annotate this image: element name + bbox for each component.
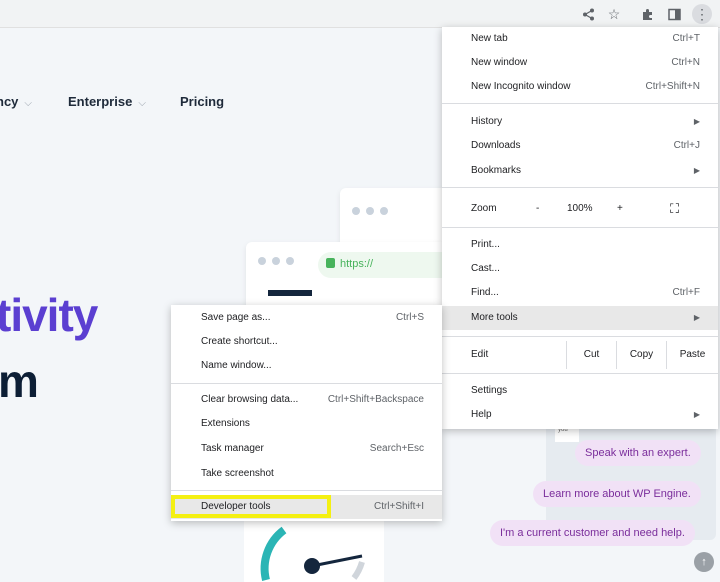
chevron-right-icon: ▶ bbox=[693, 410, 700, 419]
menu-item-new-window[interactable]: New window Ctrl+N bbox=[442, 51, 718, 75]
chat-launcher-icon[interactable]: ↑ bbox=[694, 552, 714, 572]
submenu-item-clear-browsing-data[interactable]: Clear browsing data... Ctrl+Shift+Backspa… bbox=[171, 388, 442, 412]
edit-label: Edit bbox=[471, 349, 489, 360]
hero-heading-line2: m bbox=[0, 355, 39, 407]
lock-icon bbox=[326, 258, 335, 268]
share-icon[interactable] bbox=[578, 4, 598, 24]
submenu-item-create-shortcut[interactable]: Create shortcut... bbox=[171, 330, 442, 354]
illustration-bar bbox=[268, 290, 312, 296]
menu-item-settings[interactable]: Settings bbox=[442, 379, 718, 403]
chevron-right-icon: ▶ bbox=[693, 166, 700, 175]
kebab-menu-icon[interactable]: ⋮ bbox=[692, 4, 712, 24]
edit-row: Edit Cut Copy Paste bbox=[442, 341, 718, 369]
menu-separator bbox=[171, 490, 442, 491]
browser-toolbar: ☆ ⋮ bbox=[0, 0, 720, 28]
chrome-main-menu: New tab Ctrl+T New window Ctrl+N New Incog… bbox=[442, 27, 718, 429]
submenu-item-name-window[interactable]: Name window... bbox=[171, 354, 442, 378]
chevron-down-icon: ⌵ bbox=[138, 98, 146, 109]
chevron-down-icon: ⌵ bbox=[24, 98, 32, 109]
menu-item-find[interactable]: Find... Ctrl+F bbox=[442, 281, 718, 305]
menu-separator bbox=[442, 373, 718, 374]
window-dots bbox=[258, 252, 300, 270]
menu-item-bookmarks[interactable]: Bookmarks ▶ bbox=[442, 159, 718, 183]
window-dots bbox=[352, 202, 394, 220]
developer-tools-highlight bbox=[171, 495, 331, 518]
menu-separator bbox=[171, 383, 442, 384]
menu-separator bbox=[442, 336, 718, 337]
chevron-right-icon: ▶ bbox=[693, 117, 700, 126]
submenu-item-take-screenshot[interactable]: Take screenshot bbox=[171, 462, 442, 486]
submenu-item-save-page-as[interactable]: Save page as... Ctrl+S bbox=[171, 306, 442, 330]
more-tools-submenu: Save page as... Ctrl+S Create shortcut...… bbox=[171, 305, 442, 521]
zoom-in-button[interactable]: + bbox=[617, 195, 623, 223]
fullscreen-icon[interactable]: ⛶ bbox=[670, 195, 679, 223]
menu-item-help[interactable]: Help ▶ bbox=[442, 403, 718, 427]
nav-item-pricing[interactable]: Pricing bbox=[180, 94, 224, 109]
menu-separator bbox=[442, 227, 718, 228]
chat-option-expert[interactable]: Speak with an expert. bbox=[575, 440, 701, 466]
menu-item-print[interactable]: Print... bbox=[442, 233, 718, 257]
zoom-level: 100% bbox=[567, 203, 593, 214]
cut-button[interactable]: Cut bbox=[566, 341, 616, 369]
menu-item-downloads[interactable]: Downloads Ctrl+J bbox=[442, 134, 718, 158]
chat-option-customer-help[interactable]: I'm a current customer and need help. bbox=[490, 520, 695, 546]
menu-item-new-incognito-window[interactable]: New Incognito window Ctrl+Shift+N bbox=[442, 75, 718, 99]
menu-item-cast[interactable]: Cast... bbox=[442, 257, 718, 281]
chevron-right-icon: ▶ bbox=[693, 313, 700, 322]
zoom-row: Zoom - 100% + ⛶ bbox=[442, 195, 718, 223]
menu-item-history[interactable]: History ▶ bbox=[442, 110, 718, 134]
paste-button[interactable]: Paste bbox=[666, 341, 718, 369]
menu-item-more-tools[interactable]: More tools ▶ bbox=[442, 306, 718, 330]
zoom-label: Zoom bbox=[471, 203, 497, 214]
chat-option-learn-more[interactable]: Learn more about WP Engine. bbox=[533, 481, 701, 507]
submenu-item-extensions[interactable]: Extensions bbox=[171, 412, 442, 436]
menu-item-new-tab[interactable]: New tab Ctrl+T bbox=[442, 27, 718, 51]
copy-button[interactable]: Copy bbox=[616, 341, 666, 369]
extensions-icon[interactable] bbox=[637, 4, 657, 24]
hero-heading-line1: tivity bbox=[0, 289, 98, 341]
nav-item-enterprise[interactable]: Enterprise ⌵ bbox=[68, 94, 146, 109]
menu-separator bbox=[442, 103, 718, 104]
nav-item-agency[interactable]: ncy⌵ bbox=[0, 94, 32, 109]
menu-separator bbox=[442, 187, 718, 188]
side-panel-icon[interactable] bbox=[664, 4, 684, 24]
zoom-out-button[interactable]: - bbox=[536, 195, 539, 223]
submenu-item-task-manager[interactable]: Task manager Search+Esc bbox=[171, 437, 442, 461]
star-icon[interactable]: ☆ bbox=[604, 4, 624, 24]
